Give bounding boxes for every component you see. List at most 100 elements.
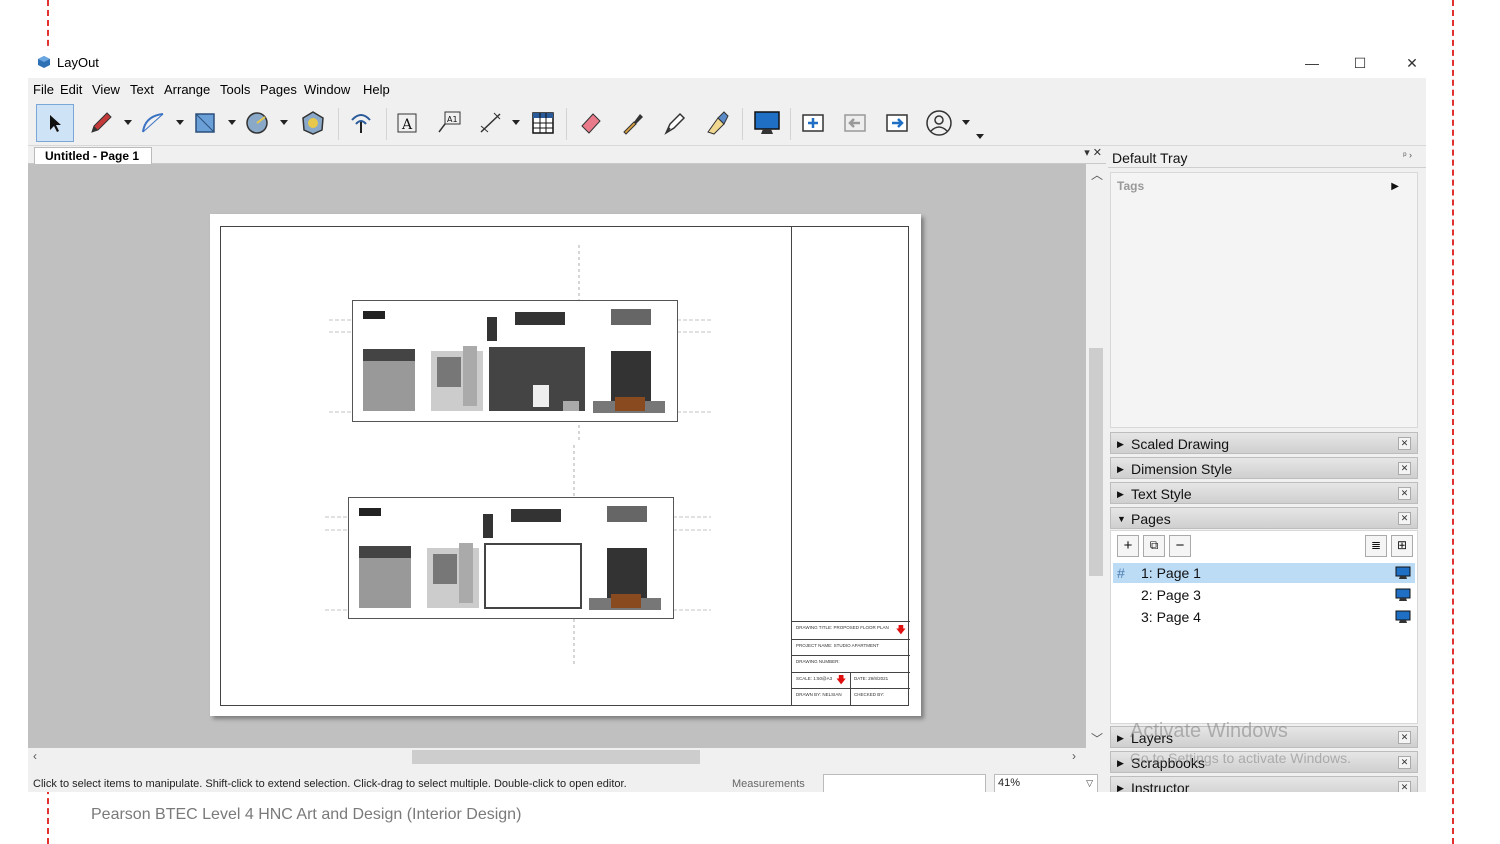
close-button[interactable]: ✕ — [1392, 52, 1426, 74]
select-arrow-icon — [50, 115, 61, 132]
document-tab[interactable]: Untitled - Page 1 — [34, 147, 152, 164]
floor-plan-lower[interactable] — [348, 497, 674, 619]
menu-tools[interactable]: Tools — [220, 82, 250, 97]
presentation-monitor-icon[interactable] — [1395, 588, 1411, 602]
panel-pages[interactable]: ▼ Pages ✕ — [1110, 507, 1418, 529]
start-presentation-button[interactable] — [748, 104, 786, 142]
arc-tool-button[interactable] — [134, 104, 172, 142]
rectangle-tool-button[interactable] — [186, 104, 224, 142]
menu-window[interactable]: Window — [304, 82, 350, 97]
page-row-1[interactable]: # 1: Page 1 — [1113, 563, 1415, 583]
polygon-tool-button[interactable] — [294, 104, 332, 142]
join-tool-button[interactable] — [698, 104, 736, 142]
horizontal-scrollbar[interactable]: ‹ › — [28, 748, 1086, 766]
page-row-3[interactable]: 3: Page 4 — [1113, 607, 1415, 627]
dimension-tool-button[interactable] — [472, 104, 510, 142]
vertical-scroll-thumb[interactable] — [1089, 348, 1103, 576]
duplicate-page-icon[interactable]: ⧉ — [1143, 535, 1165, 557]
close-panel-icon[interactable]: ✕ — [1398, 756, 1411, 769]
vertical-scrollbar[interactable]: ︿ ﹀ — [1086, 164, 1106, 748]
menu-arrange[interactable]: Arrange — [164, 82, 210, 97]
next-page-button[interactable] — [878, 104, 916, 142]
style-tool-button[interactable] — [614, 104, 652, 142]
arc-icon — [142, 113, 164, 133]
menu-pages[interactable]: Pages — [260, 82, 297, 97]
offset-tool-button[interactable] — [342, 104, 380, 142]
floor-plan-upper[interactable] — [352, 300, 678, 422]
pencil-dropdown-icon[interactable] — [124, 120, 132, 125]
close-panel-icon[interactable]: ✕ — [1398, 487, 1411, 500]
menu-file[interactable]: File — [33, 82, 54, 97]
toolbar-separator — [742, 108, 743, 140]
split-tool-button[interactable] — [656, 104, 694, 142]
zoom-select[interactable]: 41% ▽ — [994, 774, 1098, 792]
document-tab-row: Untitled - Page 1 ▾ ✕ — [28, 146, 1106, 164]
select-tool-button[interactable] — [36, 104, 74, 142]
eraser-tool-button[interactable] — [572, 104, 610, 142]
add-page-button[interactable] — [794, 104, 832, 142]
scroll-down-icon[interactable]: ﹀ — [1091, 730, 1103, 747]
table-tool-button[interactable] — [524, 104, 562, 142]
tags-menu-arrow-icon[interactable]: ▶ — [1391, 181, 1399, 192]
circle-dropdown-icon[interactable] — [280, 120, 288, 125]
presentation-monitor-icon[interactable] — [1395, 566, 1411, 580]
presentation-monitor-icon[interactable] — [1395, 610, 1411, 624]
label-tool-button[interactable]: A1 — [430, 104, 468, 142]
menu-help[interactable]: Help — [363, 82, 390, 97]
pencil-icon — [91, 112, 112, 133]
chevron-down-icon: ▽ — [1086, 778, 1093, 788]
dimension-dropdown-icon[interactable] — [512, 120, 520, 125]
minimize-button[interactable]: — — [1292, 52, 1332, 74]
tray-header: Default Tray ᵖ › — [1108, 146, 1426, 168]
measurements-field[interactable] — [823, 774, 986, 792]
paper-page[interactable]: DRAWING TITLE: PROPOSED FLOOR PLAN 🡇 PRO… — [210, 214, 921, 716]
pencil-tool-button[interactable] — [82, 104, 120, 142]
scroll-right-icon[interactable]: › — [1072, 749, 1076, 763]
grid-view-icon[interactable]: ⊞ — [1391, 535, 1413, 557]
close-panel-icon[interactable]: ✕ — [1398, 462, 1411, 475]
account-dropdown-icon[interactable] — [962, 120, 970, 125]
add-page-icon — [802, 114, 824, 132]
tab-controls[interactable]: ▾ ✕ — [1084, 146, 1102, 159]
tags-label: Tags — [1117, 179, 1145, 193]
list-view-icon[interactable]: ≣ — [1365, 535, 1387, 557]
table-icon — [532, 112, 554, 134]
remove-page-icon[interactable]: − — [1169, 535, 1191, 557]
arc-dropdown-icon[interactable] — [176, 120, 184, 125]
panel-text-style[interactable]: ▶ Text Style ✕ — [1110, 482, 1418, 504]
current-page-hash-icon: # — [1117, 565, 1125, 581]
panel-dimension-style[interactable]: ▶ Dimension Style ✕ — [1110, 457, 1418, 479]
activate-windows-watermark-subtext: Go to Settings to activate Windows. — [1130, 750, 1351, 766]
polygon-icon — [302, 111, 324, 135]
maximize-button[interactable]: ☐ — [1340, 52, 1380, 74]
drawing-border: DRAWING TITLE: PROPOSED FLOOR PLAN 🡇 PRO… — [220, 226, 910, 706]
drawing-canvas[interactable]: DRAWING TITLE: PROPOSED FLOOR PLAN 🡇 PRO… — [28, 164, 1086, 748]
close-panel-icon[interactable]: ✕ — [1398, 781, 1411, 792]
account-icon — [926, 110, 952, 136]
toolbar-overflow-icon[interactable] — [976, 134, 984, 139]
close-panel-icon[interactable]: ✕ — [1398, 731, 1411, 744]
expand-triangle-icon: ▶ — [1117, 464, 1124, 474]
account-button[interactable] — [920, 104, 958, 142]
close-panel-icon[interactable]: ✕ — [1398, 437, 1411, 450]
page-row-2[interactable]: 2: Page 3 — [1113, 585, 1415, 605]
add-page-icon[interactable]: + — [1117, 535, 1139, 557]
text-tool-button[interactable]: A — [388, 104, 426, 142]
previous-page-button[interactable] — [836, 104, 874, 142]
menu-edit[interactable]: Edit — [60, 82, 82, 97]
rectangle-dropdown-icon[interactable] — [228, 120, 236, 125]
scroll-up-icon[interactable]: ︿ — [1091, 166, 1103, 183]
circle-tool-button[interactable] — [238, 104, 276, 142]
pin-icon[interactable]: ᵖ › — [1403, 150, 1412, 160]
scroll-left-icon[interactable]: ‹ — [33, 749, 37, 763]
horizontal-scroll-thumb[interactable] — [412, 750, 700, 764]
expand-triangle-icon: ▶ — [1117, 733, 1124, 743]
menu-view[interactable]: View — [92, 82, 120, 97]
menu-text[interactable]: Text — [130, 82, 154, 97]
panel-scaled-drawing[interactable]: ▶ Scaled Drawing ✕ — [1110, 432, 1418, 454]
measurements-label: Measurements — [732, 778, 805, 790]
expand-triangle-icon: ▶ — [1117, 439, 1124, 449]
panel-instructor[interactable]: ▶ Instructor ✕ — [1110, 776, 1418, 792]
close-panel-icon[interactable]: ✕ — [1398, 512, 1411, 525]
expand-triangle-icon: ▶ — [1117, 758, 1124, 768]
